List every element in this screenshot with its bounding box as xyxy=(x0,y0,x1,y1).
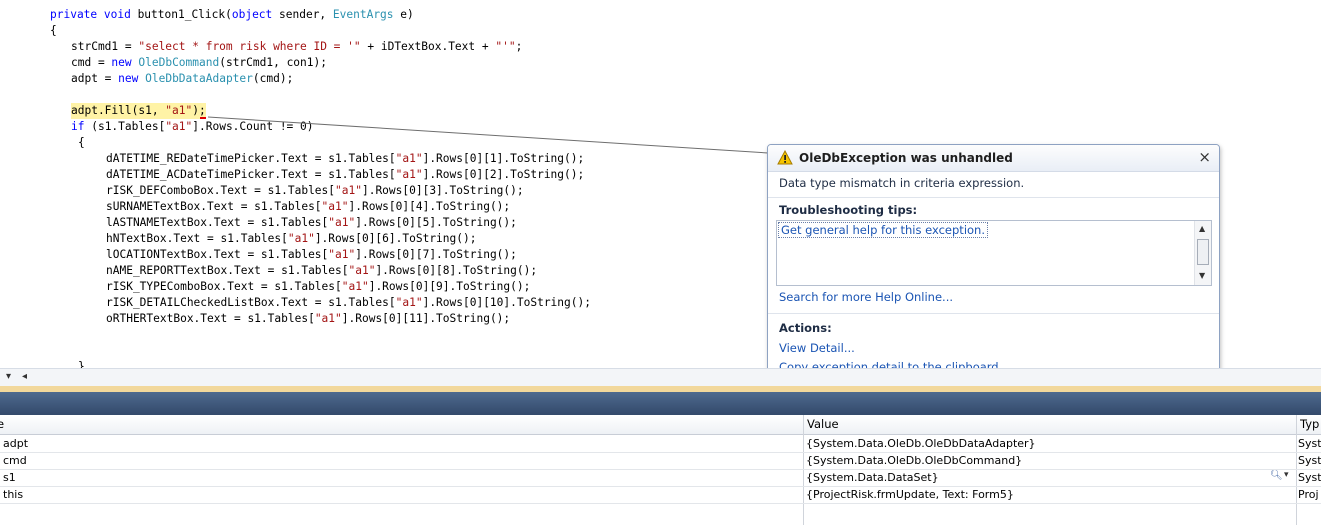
divider xyxy=(768,313,1219,314)
exception-message: Data type mismatch in criteria expressio… xyxy=(779,176,1025,190)
warning-icon xyxy=(777,150,793,165)
column-header-value[interactable]: Value xyxy=(807,417,839,431)
exception-title-bar: OleDbException was unhandled × xyxy=(768,145,1219,172)
horizontal-scrollbar[interactable]: ▾ ◂ xyxy=(0,368,1321,387)
local-type: Proj xyxy=(1298,488,1319,501)
scroll-left-icon[interactable]: ◂ xyxy=(22,371,27,382)
locals-row-this[interactable]: this {ProjectRisk.frmUpdate, Text: Form5}… xyxy=(0,486,1321,504)
local-value: {System.Data.DataSet} xyxy=(806,471,939,484)
locals-row-cmd[interactable]: cmd {System.Data.OleDb.OleDbCommand} Syst xyxy=(0,452,1321,470)
search-help-online-link[interactable]: Search for more Help Online... xyxy=(779,290,953,304)
dropdown-arrow-icon[interactable]: ▾ xyxy=(6,371,11,382)
tip-link-general-help[interactable]: Get general help for this exception. xyxy=(778,222,988,238)
exception-title: OleDbException was unhandled xyxy=(799,151,1013,165)
troubleshooting-heading: Troubleshooting tips: xyxy=(779,203,918,217)
actions-heading: Actions: xyxy=(779,321,832,335)
local-name: adpt xyxy=(3,437,29,450)
troubleshooting-tips-list[interactable]: Get general help for this exception. ▲ ▼ xyxy=(776,220,1212,286)
local-value: {ProjectRisk.frmUpdate, Text: Form5} xyxy=(806,488,1014,501)
locals-panel-header xyxy=(0,392,1321,415)
column-header-type[interactable]: Typ xyxy=(1300,417,1319,431)
local-value: {System.Data.OleDb.OleDbDataAdapter} xyxy=(806,437,1036,450)
local-type: Syst xyxy=(1298,454,1321,467)
view-detail-link[interactable]: View Detail... xyxy=(779,341,855,355)
local-type: Syst xyxy=(1298,471,1321,484)
exception-assistant: OleDbException was unhandled × Data type… xyxy=(767,144,1220,382)
local-type: Syst xyxy=(1298,437,1321,450)
divider xyxy=(768,197,1219,198)
scroll-thumb[interactable] xyxy=(1197,239,1209,265)
locals-row-s1[interactable]: s1 {System.Data.DataSet} Syst 🔍︎ ▾ xyxy=(0,469,1321,487)
column-header-name[interactable]: e xyxy=(0,417,4,431)
local-name: s1 xyxy=(3,471,16,484)
magnifier-icon[interactable]: 🔍︎ xyxy=(1270,470,1283,481)
locals-header-row: e Value Typ xyxy=(0,415,1321,435)
dropdown-arrow-icon[interactable]: ▾ xyxy=(1284,470,1289,480)
scroll-up-icon[interactable]: ▲ xyxy=(1199,224,1205,233)
locals-row-adpt[interactable]: adpt {System.Data.OleDb.OleDbDataAdapter}… xyxy=(0,435,1321,453)
scroll-down-icon[interactable]: ▼ xyxy=(1199,271,1205,280)
tips-scrollbar[interactable]: ▲ ▼ xyxy=(1194,221,1211,285)
local-name: cmd xyxy=(3,454,27,467)
local-value: {System.Data.OleDb.OleDbCommand} xyxy=(806,454,1023,467)
locals-window: e Value Typ adpt {System.Data.OleDb.OleDb… xyxy=(0,415,1321,525)
close-icon[interactable]: × xyxy=(1198,148,1211,166)
local-name: this xyxy=(3,488,24,501)
